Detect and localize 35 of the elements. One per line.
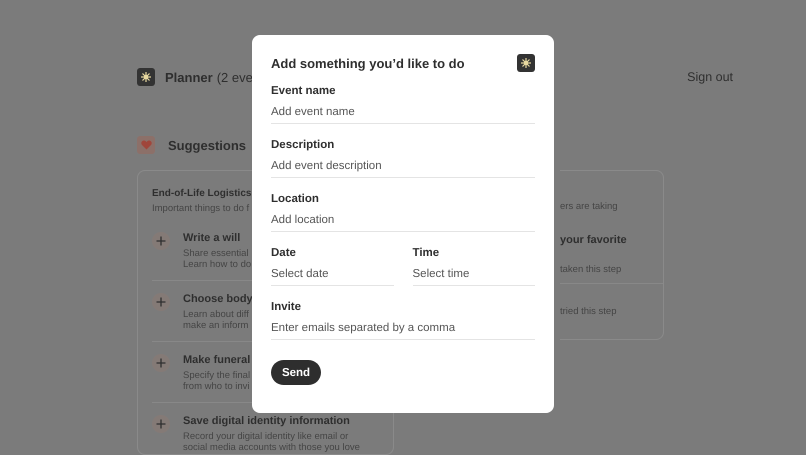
field-label: Description xyxy=(271,139,336,151)
input-field[interactable]: Select date xyxy=(271,264,394,286)
suggestion-title: Write a will xyxy=(183,232,242,244)
field-label: Time xyxy=(412,247,440,259)
input-field[interactable]: Enter emails separated by a comma xyxy=(271,318,535,340)
suggestion-description: Share essential xyxy=(183,248,250,259)
event-count: (2 eve xyxy=(216,70,253,84)
suggestion-title: Make funeral xyxy=(183,354,250,366)
field-label: Event name xyxy=(271,85,337,97)
suggestion-description: Learn about diff xyxy=(183,309,250,320)
input-field[interactable]: Add location xyxy=(271,210,535,232)
field-label: Date xyxy=(271,247,297,259)
input-field[interactable]: Add event description xyxy=(271,156,535,178)
plus-icon[interactable] xyxy=(152,232,170,250)
suggestions-heading: Suggestions xyxy=(168,138,246,152)
suggestion-title: your favorite xyxy=(560,234,628,246)
suggestion-description: social media accounts with those you love xyxy=(183,442,360,453)
field-label: Invite xyxy=(271,301,302,313)
field-label: Location xyxy=(271,193,320,205)
input-field[interactable]: Select time xyxy=(412,264,535,286)
plus-icon[interactable] xyxy=(152,293,170,311)
sun-icon xyxy=(137,68,155,86)
send-button[interactable]: Send xyxy=(271,360,321,385)
card-title: End-of-Life Logistics xyxy=(152,188,252,199)
suggestion-title: Choose body xyxy=(183,293,253,305)
suggestion-title: Save digital identity information xyxy=(183,415,351,427)
suggestion-description: tried this step xyxy=(560,306,618,317)
plus-icon[interactable] xyxy=(152,354,170,372)
card-subtitle: ers are taking xyxy=(560,201,619,212)
plus-icon[interactable] xyxy=(152,415,170,433)
input-field[interactable]: Add event name xyxy=(271,102,535,124)
planner-title: Planner xyxy=(165,70,213,84)
sun-icon xyxy=(517,54,535,72)
suggestion-description: Specify the final xyxy=(183,370,250,381)
dialog-title: Add something you’d like to do xyxy=(271,56,465,70)
